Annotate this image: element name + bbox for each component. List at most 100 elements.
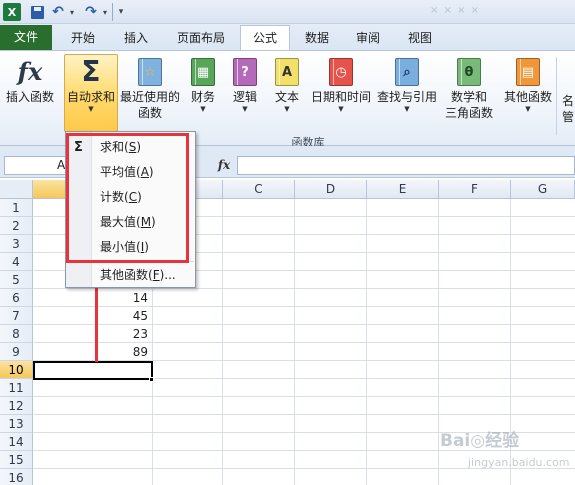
excel-logo-icon[interactable]: X: [3, 3, 21, 21]
excel-window: { "quick_access": { "app_logo": "X", "un…: [0, 0, 575, 485]
cell-b7[interactable]: 45: [33, 307, 150, 325]
cell-b8[interactable]: 23: [33, 325, 150, 343]
gridline: [222, 199, 223, 485]
gridline: [33, 414, 575, 415]
more-functions-label: 其他函数: [503, 90, 552, 104]
row-header[interactable]: 7: [0, 307, 33, 325]
gridline: [33, 396, 575, 397]
math-book-icon: θ: [457, 58, 481, 86]
financial-book-icon: ▦: [191, 58, 215, 86]
math-trig-label-2: 三角函数: [444, 106, 493, 120]
text-label: 文本: [274, 90, 299, 104]
column-header-d[interactable]: D: [295, 180, 367, 199]
financial-label: 财务: [190, 90, 215, 104]
autosum-button[interactable]: Σ 自动求和 ▼: [64, 54, 118, 132]
tab-insert[interactable]: 插入: [110, 26, 162, 50]
lookup-reference-button[interactable]: ⌕ 查找与引用 ▼: [374, 55, 440, 129]
lookup-dropdown-icon: ▼: [404, 105, 410, 113]
math-trig-label-1: 数学和: [450, 90, 487, 104]
sigma-icon: Σ: [81, 55, 101, 88]
cell-b9[interactable]: 89: [33, 343, 150, 361]
row-header-selected[interactable]: 10: [0, 361, 33, 379]
row-header[interactable]: 2: [0, 217, 33, 235]
row-header[interactable]: 15: [0, 451, 33, 469]
more-functions-book-icon: ▤: [516, 58, 540, 86]
insert-function-button[interactable]: fx 插入函数: [2, 55, 58, 129]
tab-file[interactable]: 文件: [0, 25, 52, 50]
row-header[interactable]: 11: [0, 379, 33, 397]
logical-label: 逻辑: [232, 90, 257, 104]
text-dropdown-icon: ▼: [284, 105, 290, 113]
ribbon-tabs: 文件 开始 插入 页面布局 公式 数据 审阅 视图: [0, 24, 575, 50]
fx-icon: fx: [17, 57, 43, 86]
menu-item-more-functions[interactable]: 其他函数(F)...: [66, 263, 195, 288]
watermark-logo: Bai◎经验: [440, 431, 520, 451]
gridline: [438, 199, 439, 485]
star-book-icon: ☆: [138, 58, 162, 86]
formula-input[interactable]: [237, 156, 575, 175]
autosum-label: 自动求和: [66, 90, 115, 104]
autosum-dropdown-icon[interactable]: ▼: [65, 105, 117, 114]
insert-function-fx-icon[interactable]: fx: [212, 156, 236, 175]
tab-home[interactable]: 开始: [56, 26, 110, 50]
menu-item-more-functions-label: 其他函数(F)...: [100, 268, 176, 282]
date-time-dropdown-icon: ▼: [338, 105, 344, 113]
logical-dropdown-icon: ▼: [242, 105, 248, 113]
recent-functions-label-2: 函数: [137, 106, 162, 120]
undo-icon[interactable]: ↶: [50, 3, 66, 21]
annotation-highlight-box: [66, 133, 189, 263]
more-functions-button[interactable]: ▤ 其他函数 ▼: [500, 55, 556, 129]
date-time-label: 日期和时间: [310, 90, 371, 104]
row-header[interactable]: 3: [0, 235, 33, 253]
financial-button[interactable]: ▦ 财务 ▼: [186, 55, 220, 129]
fill-handle[interactable]: [149, 377, 154, 382]
name-manager-button[interactable]: 名管: [562, 93, 575, 125]
row-header[interactable]: 9: [0, 343, 33, 361]
active-cell-b10[interactable]: [33, 361, 153, 380]
text-book-icon: A: [275, 58, 299, 86]
tab-review[interactable]: 审阅: [342, 26, 394, 50]
tab-page-layout[interactable]: 页面布局: [164, 26, 238, 50]
column-header-c[interactable]: C: [223, 180, 295, 199]
row-header[interactable]: 6: [0, 289, 33, 307]
lookup-reference-label: 查找与引用: [376, 90, 437, 104]
undo-dropdown-icon[interactable]: ▾: [67, 3, 77, 21]
save-icon[interactable]: [29, 3, 45, 21]
row-header[interactable]: 14: [0, 433, 33, 451]
recent-functions-button[interactable]: ☆ 最近使用的 函数: [119, 55, 181, 129]
column-header-f[interactable]: F: [439, 180, 511, 199]
column-header-g[interactable]: G: [511, 180, 575, 199]
row-header[interactable]: 12: [0, 397, 33, 415]
redo-icon[interactable]: ↷: [83, 3, 99, 21]
logical-button[interactable]: ? 逻辑 ▼: [228, 55, 262, 129]
recent-functions-label-1: 最近使用的: [119, 90, 180, 104]
quick-access-toolbar: X ↶ ▾ ↷ ▾ ▾ × × × ×: [0, 0, 575, 24]
tab-view[interactable]: 视图: [394, 26, 446, 50]
watermark: Bai◎经验 jingyan.baidu.com: [440, 426, 570, 478]
row-header[interactable]: 8: [0, 325, 33, 343]
row-header[interactable]: 16: [0, 469, 33, 485]
date-time-book-icon: ◷: [329, 58, 353, 86]
qat-separator: [112, 3, 113, 21]
window-title: × × × ×: [430, 5, 481, 16]
row-header[interactable]: 4: [0, 253, 33, 271]
row-header[interactable]: 13: [0, 415, 33, 433]
customize-qat-icon[interactable]: ▾: [116, 3, 126, 21]
logical-book-icon: ?: [233, 58, 257, 86]
row-header[interactable]: 1: [0, 199, 33, 217]
math-trig-button[interactable]: θ 数学和 三角函数: [440, 55, 498, 129]
lookup-book-icon: ⌕: [395, 58, 419, 86]
gridline: [366, 199, 367, 485]
tab-data[interactable]: 数据: [292, 26, 342, 50]
column-header-e[interactable]: E: [367, 180, 439, 199]
watermark-url: jingyan.baidu.com: [468, 456, 570, 469]
redo-dropdown-icon[interactable]: ▾: [100, 3, 110, 21]
select-all-corner[interactable]: [0, 180, 33, 199]
date-time-button[interactable]: ◷ 日期和时间 ▼: [308, 55, 374, 129]
text-button[interactable]: A 文本 ▼: [270, 55, 304, 129]
row-header[interactable]: 5: [0, 271, 33, 289]
ribbon-group-separator: [556, 57, 557, 135]
insert-function-label: 插入函数: [5, 90, 54, 104]
tab-formulas[interactable]: 公式: [240, 25, 290, 50]
cell-b6[interactable]: 14: [33, 289, 150, 307]
